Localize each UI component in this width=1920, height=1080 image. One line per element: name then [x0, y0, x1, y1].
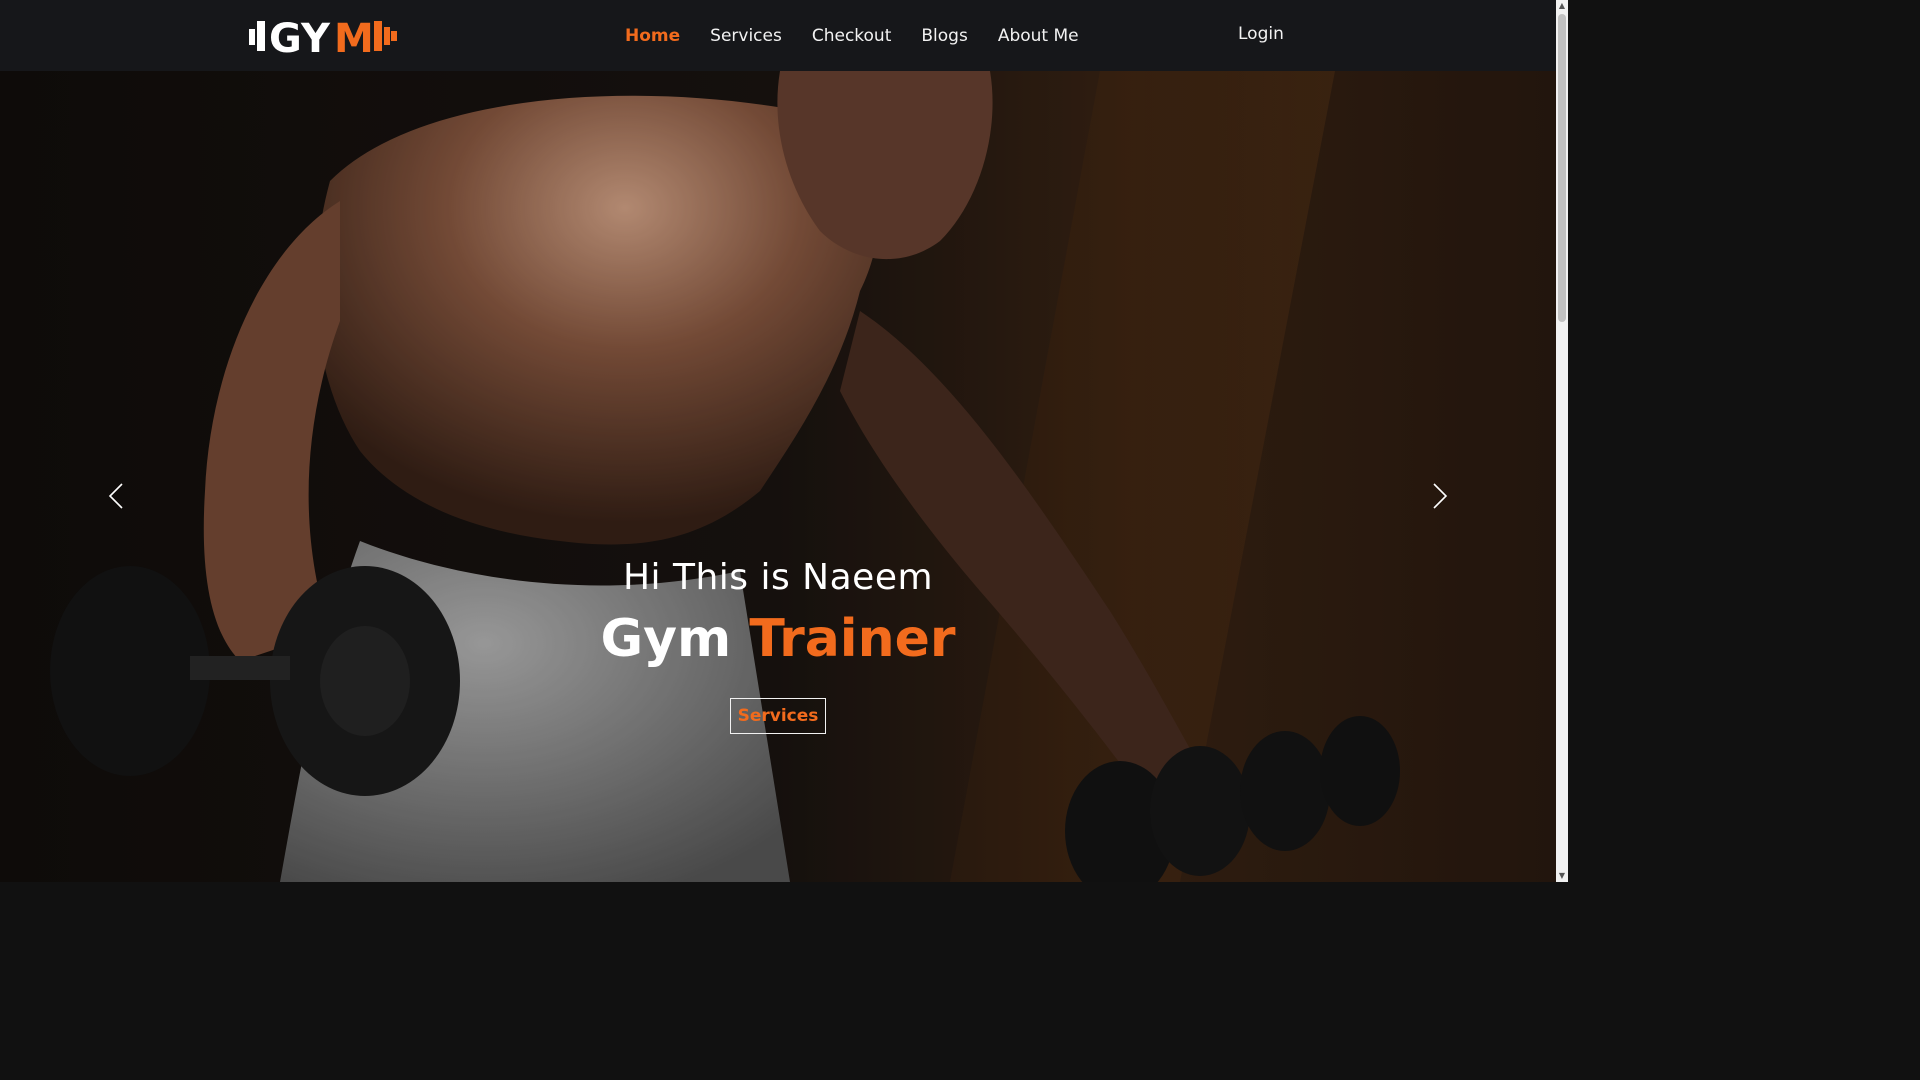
- hero-services-button[interactable]: Services: [730, 698, 826, 734]
- nav-item-about-me[interactable]: About Me: [983, 26, 1094, 46]
- hero-title-accent: Trainer: [749, 609, 956, 669]
- hero-title-main: Gym: [600, 609, 750, 669]
- hero-carousel: Hi This is Naeem Gym Trainer Services: [0, 71, 1556, 882]
- hero-background-image: [0, 71, 1556, 882]
- triangle-down-icon[interactable]: ▼: [1558, 872, 1566, 880]
- nav-item-home[interactable]: Home: [610, 26, 695, 46]
- page-scrollbar[interactable]: ▲ ▼: [1556, 0, 1568, 882]
- carousel-next-button[interactable]: [1424, 476, 1454, 516]
- nav-item-checkout[interactable]: Checkout: [797, 26, 907, 46]
- login-link[interactable]: Login: [1238, 24, 1284, 44]
- nav-item-blogs[interactable]: Blogs: [906, 26, 982, 46]
- main-nav: Home Services Checkout Blogs About Me: [610, 0, 1094, 71]
- carousel-prev-button[interactable]: [102, 476, 132, 516]
- hero-title: Gym Trainer: [0, 609, 1556, 669]
- chevron-left-icon: [108, 483, 123, 509]
- nav-item-services[interactable]: Services: [695, 26, 797, 46]
- scrollbar-thumb[interactable]: [1558, 14, 1566, 322]
- hero-subtitle: Hi This is Naeem: [622, 557, 934, 598]
- top-navbar: GY M Home Services Checkout Blogs About …: [0, 0, 1556, 71]
- svg-text:M: M: [334, 17, 374, 55]
- svg-text:GY: GY: [269, 17, 331, 55]
- chevron-right-icon: [1433, 483, 1448, 509]
- triangle-up-icon[interactable]: ▲: [1558, 2, 1566, 10]
- gym-logo[interactable]: GY M: [248, 16, 400, 62]
